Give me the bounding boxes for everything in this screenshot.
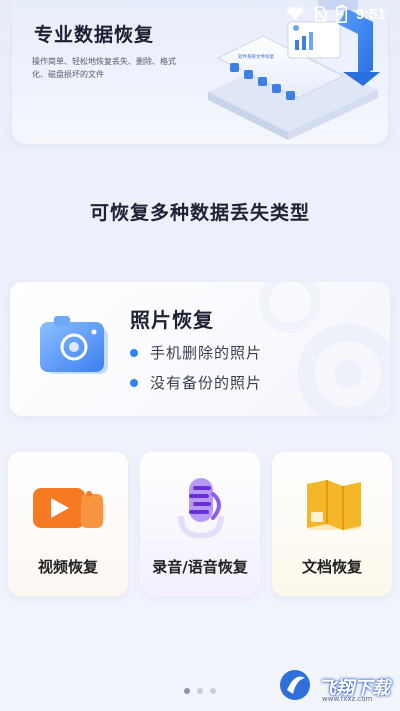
camera-icon [40,314,112,382]
microphone-icon [161,474,239,542]
audio-recovery-card[interactable]: 录音/语音恢复 [140,452,260,596]
bullet-item: 没有备份的照片 [130,372,262,393]
document-recovery-card[interactable]: 文档恢复 [272,452,392,596]
bullet-text: 没有备份的照片 [150,374,263,392]
audio-recovery-label: 录音/语音恢复 [152,558,248,576]
watermark: 飞翔下载 www.fxxz.com [278,668,394,706]
status-time: 9:51 [355,5,386,23]
photo-recovery-title: 照片恢复 [130,308,214,332]
video-icon [29,474,107,542]
status-bar: 9:51 [0,0,400,28]
svg-text:软件系统文件恢复: 软件系统文件恢复 [238,53,274,60]
wifi-icon [285,7,304,21]
bullet-dot [130,348,138,357]
page-dot[interactable] [210,688,216,694]
battery-charging-icon [335,5,347,23]
page-dot[interactable] [197,688,203,694]
photo-recovery-card[interactable]: 照片恢复 手机删除的照片 没有备份的照片 [10,282,390,416]
page-dot[interactable] [184,688,190,694]
video-recovery-label: 视频恢复 [37,558,98,576]
bullet-text: 手机删除的照片 [150,344,263,362]
no-sim-icon [313,6,327,22]
video-recovery-card[interactable]: 视频恢复 [8,452,128,596]
bullet-item: 手机删除的照片 [130,342,262,363]
banner-subtitle: 操作简单、轻松地恢复丢失、删除、格式化、磁盘损坏的文件 [32,57,176,79]
section-title: 可恢复多种数据丢失类型 [89,202,310,224]
watermark-url: www.fxxz.com [322,695,373,703]
document-recovery-label: 文档恢复 [301,558,362,576]
document-icon [293,474,371,542]
watermark-logo-icon [278,668,312,706]
bullet-dot [130,378,138,387]
